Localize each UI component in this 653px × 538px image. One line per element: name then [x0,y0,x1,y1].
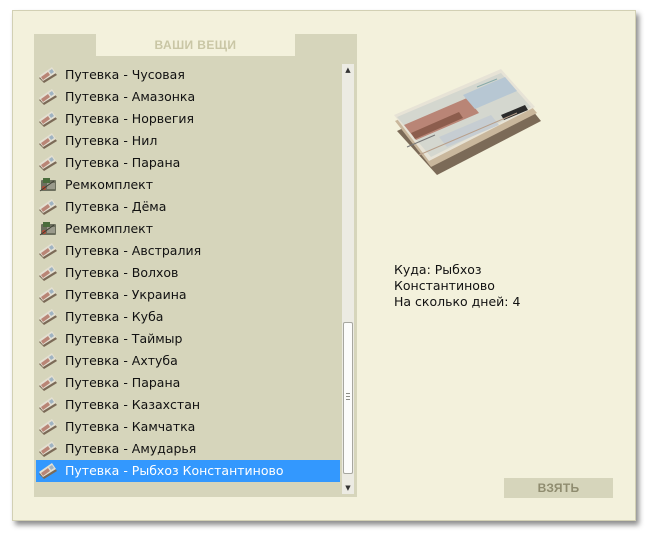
ticket-icon [38,89,58,105]
list-item[interactable]: Путевка - Норвегия [36,108,340,130]
list-item-label: Путевка - Парана [65,155,181,170]
ticket-icon [38,375,58,391]
list-item[interactable]: Путевка - Ахтуба [36,350,340,372]
list-item-label: Путевка - Амударья [65,441,197,456]
ticket-icon [38,397,58,413]
ticket-icon [38,309,58,325]
list-item[interactable]: Путевка - Нил [36,130,340,152]
ticket-icon [38,155,58,171]
list-item[interactable]: Путевка - Австралия [36,240,340,262]
list-item[interactable]: Путевка - Таймыр [36,328,340,350]
items-list: Путевка - Чусовая Путевка - Амазонка Путев… [36,64,340,490]
list-item[interactable]: Путевка - Волхов [36,262,340,284]
repair-kit-icon [38,177,58,193]
list-item-label: Путевка - Рыбхоз Константиново [65,463,284,478]
list-item[interactable]: Путевка - Украина [36,284,340,306]
repair-kit-icon [38,221,58,237]
list-item-label: Путевка - Нил [65,133,158,148]
list-item-label: Ремкомплект [65,177,153,192]
list-item-label: Путевка - Дёма [65,199,167,214]
list-item[interactable]: Путевка - Камчатка [36,416,340,438]
list-item-label: Путевка - Таймыр [65,331,183,346]
ticket-preview-image [394,69,541,175]
list-item[interactable]: Ремкомплект [36,174,340,196]
list-item-label: Путевка - Куба [65,309,164,324]
ticket-icon [38,353,58,369]
scroll-down-arrow-icon[interactable]: ▼ [342,482,354,494]
items-panel: ВАШИ ВЕЩИ Путевка - Чусовая Путевка - Ама… [34,34,357,497]
list-item[interactable]: Ремкомплект [36,218,340,240]
list-item-label: Путевка - Казахстан [65,397,201,412]
ticket-icon [38,331,58,347]
list-item[interactable]: Путевка - Амазонка [36,86,340,108]
grip-icon [346,393,350,400]
list-item-label: Путевка - Украина [65,287,187,302]
ticket-icon [38,111,58,127]
list-item-label: Путевка - Норвегия [65,111,195,126]
details-destination: Куда: Рыбхоз [394,262,482,277]
list-item-label: Путевка - Парана [65,375,181,390]
list-item[interactable]: Путевка - Чусовая [36,64,340,86]
list-item-label: Путевка - Амазонка [65,89,196,104]
list-item[interactable]: Путевка - Куба [36,306,340,328]
ticket-icon [38,133,58,149]
list-item[interactable]: Путевка - Рыбхоз Константиново [36,460,340,482]
ticket-icon [38,419,58,435]
details-destination-cont: Константиново [394,278,495,293]
take-button[interactable]: ВЗЯТЬ [504,478,613,498]
ticket-icon [38,265,58,281]
list-item-label: Путевка - Чусовая [65,67,185,82]
list-item-label: Путевка - Волхов [65,265,179,280]
scroll-thumb[interactable] [343,322,353,474]
item-details: Куда: Рыбхоз Константиново На сколько дн… [394,262,614,310]
details-days: На сколько дней: 4 [394,294,521,309]
scroll-up-arrow-icon[interactable]: ▲ [342,64,354,76]
ticket-icon [38,287,58,303]
list-item[interactable]: Путевка - Дёма [36,196,340,218]
ticket-icon [38,243,58,259]
list-item[interactable]: Путевка - Казахстан [36,394,340,416]
list-item-label: Путевка - Камчатка [65,419,196,434]
ticket-icon [38,463,58,479]
list-item[interactable]: Путевка - Амударья [36,438,340,460]
list-item-label: Ремкомплект [65,221,153,236]
list-item-label: Путевка - Австралия [65,243,202,258]
ticket-icon [38,199,58,215]
ticket-icon [38,67,58,83]
list-item-label: Путевка - Ахтуба [65,353,178,368]
inventory-window: ВАШИ ВЕЩИ Путевка - Чусовая Путевка - Ама… [12,10,636,521]
list-item[interactable]: Путевка - Парана [36,372,340,394]
ticket-icon [38,441,58,457]
items-scrollbar[interactable]: ▲ ▼ [342,64,354,494]
panel-title: ВАШИ ВЕЩИ [96,34,295,56]
list-item[interactable]: Путевка - Парана [36,152,340,174]
